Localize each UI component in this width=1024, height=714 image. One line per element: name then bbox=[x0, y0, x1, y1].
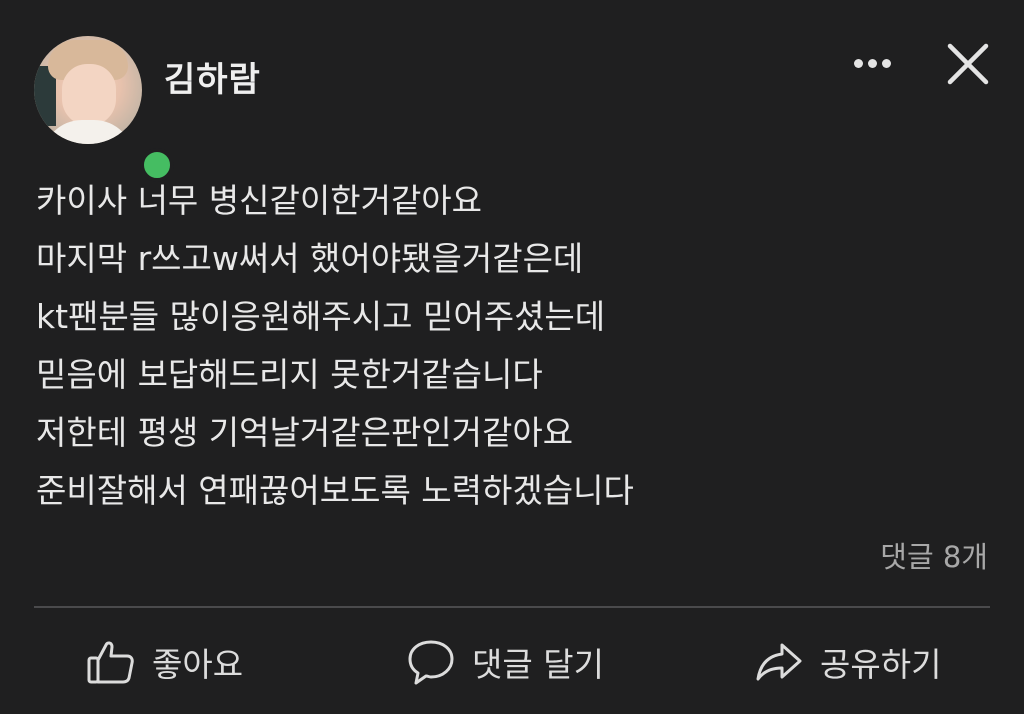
post-text-line: 마지막 r쓰고w써서 했어야됐을거같은데 bbox=[36, 239, 584, 278]
post-text-line: 준비잘해서 연패끊어보도록 노력하겠습니다 bbox=[36, 471, 634, 510]
comment-count-link[interactable]: 댓글 8개 bbox=[880, 534, 988, 576]
comment-label: 댓글 달기 bbox=[472, 645, 604, 684]
comment-button[interactable]: 댓글 달기 bbox=[406, 630, 604, 694]
like-label: 좋아요 bbox=[152, 645, 244, 684]
close-icon bbox=[947, 43, 989, 85]
author-name[interactable]: 김하람 bbox=[164, 52, 261, 101]
author-avatar-wrapper[interactable] bbox=[34, 36, 174, 182]
avatar-face bbox=[62, 64, 116, 126]
more-horizontal-icon-dot bbox=[867, 58, 877, 68]
comment-bubble-icon bbox=[408, 640, 454, 685]
share-arrow-icon bbox=[756, 643, 802, 681]
post-text-line: 카이사 너무 병신같이한거같아요 bbox=[36, 181, 483, 220]
more-options-button[interactable] bbox=[844, 46, 900, 80]
more-horizontal-icon bbox=[853, 58, 863, 68]
like-button[interactable]: 좋아요 bbox=[86, 630, 243, 694]
post-card: 김하람 카이사 너무 병신같이한거같아요 마지막 r쓰고w써서 했어야됐을거같은… bbox=[0, 0, 1024, 714]
close-button[interactable] bbox=[942, 38, 994, 90]
avatar[interactable] bbox=[34, 36, 142, 144]
thumbs-up-icon bbox=[87, 641, 134, 684]
share-label: 공유하기 bbox=[820, 645, 942, 684]
more-horizontal-icon-dot bbox=[881, 58, 891, 68]
post-text-line: kt팬분들 많이응원해주시고 믿어주셨는데 bbox=[36, 297, 606, 336]
post-text-line: 저한테 평생 기억날거같은판인거같아요 bbox=[36, 413, 574, 452]
action-bar: 좋아요 댓글 달기 공유하기 bbox=[0, 630, 1024, 694]
post-text-line: 믿음에 보답해드리지 못한거같습니다 bbox=[36, 355, 543, 394]
divider bbox=[34, 606, 990, 608]
post-body: 카이사 너무 병신같이한거같아요 마지막 r쓰고w써서 했어야됐을거같은데 kt… bbox=[36, 172, 976, 520]
share-button[interactable]: 공유하기 bbox=[754, 630, 941, 694]
